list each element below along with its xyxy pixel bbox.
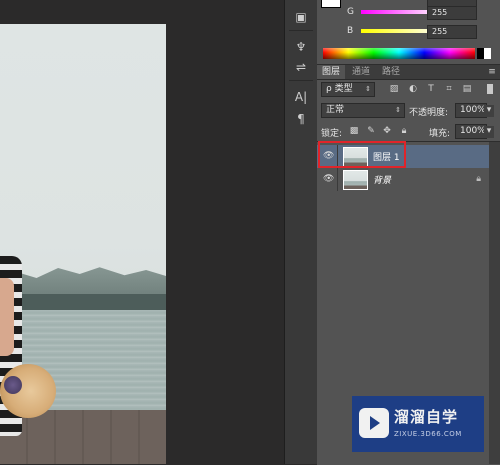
fill-dropdown-icon[interactable]: ▾	[484, 126, 494, 138]
filter-type-icon[interactable]: T	[426, 84, 436, 94]
watermark: 溜溜自学 ZIXUE.3D66.COM	[352, 396, 484, 452]
opacity-field[interactable]: 100%	[455, 103, 487, 118]
watermark-url: ZIXUE.3D66.COM	[394, 430, 462, 438]
blue-channel-label: B	[347, 26, 354, 36]
fill-value: 100%	[460, 126, 486, 136]
filter-toggle-icon[interactable]	[487, 84, 493, 94]
chevron-updown-icon: ⇕	[365, 85, 371, 93]
lock-icon: 🔒︎	[476, 174, 481, 184]
layers-panel-tabs: 图层 通道 路径 ≡	[317, 65, 500, 80]
panel-dock-column: ▣ ♆ ⇌ A| ¶	[284, 0, 318, 464]
blue-channel-value[interactable]: 255	[427, 25, 477, 39]
black-white-chip[interactable]	[477, 48, 491, 59]
color-spectrum-bar[interactable]	[323, 48, 475, 59]
document-canvas[interactable]	[0, 0, 284, 464]
navigator-icon[interactable]: ▣	[291, 8, 311, 26]
photo-arm	[0, 278, 14, 356]
green-channel-label: G	[347, 7, 354, 17]
character-icon[interactable]: A|	[291, 88, 311, 106]
color-panel: G 255 B 255	[317, 0, 500, 65]
fill-field[interactable]: 100%	[455, 124, 487, 139]
tab-paths[interactable]: 路径	[377, 65, 405, 79]
filter-adjustment-icon[interactable]: ◐	[408, 84, 418, 94]
selection-highlight-box	[318, 141, 406, 168]
lock-paint-icon[interactable]: ✎	[366, 126, 376, 136]
filter-smart-object-icon[interactable]: ▤	[462, 84, 472, 94]
photo-flower	[4, 376, 22, 394]
layers-scrollbar[interactable]	[489, 142, 500, 464]
opacity-dropdown-icon[interactable]: ▾	[484, 105, 494, 117]
opacity-label: 不透明度:	[409, 108, 449, 118]
eye-icon[interactable]: 👁︎	[323, 174, 334, 184]
watermark-title: 溜溜自学	[394, 408, 459, 426]
panel-menu-icon[interactable]: ≡	[487, 67, 497, 77]
filter-shape-icon[interactable]: ⌗	[444, 84, 454, 94]
sliders-icon[interactable]: ⇌	[291, 58, 311, 76]
layer-row-background[interactable]: 👁︎ 背景 🔒︎	[317, 168, 489, 191]
lock-transparent-icon[interactable]: ▩	[349, 126, 359, 136]
lock-all-icon[interactable]: 🔒︎	[399, 126, 409, 136]
paragraph-icon[interactable]: ¶	[291, 110, 311, 128]
tool-divider	[289, 30, 313, 31]
green-channel-value[interactable]: 255	[427, 6, 477, 20]
lock-label: 锁定:	[321, 129, 343, 139]
opacity-value: 100%	[460, 105, 486, 115]
layer-thumbnail[interactable]	[343, 170, 368, 190]
tab-channels[interactable]: 通道	[347, 65, 375, 79]
blend-mode-select[interactable]: 正常 ⇕	[321, 103, 405, 118]
chevron-updown-icon: ⇕	[395, 106, 401, 114]
photo-deck	[0, 410, 166, 464]
row-divider	[337, 168, 338, 191]
layer-name[interactable]: 背景	[373, 173, 391, 186]
layer-filter-label: ρ 类型	[326, 84, 353, 94]
foreground-color-swatch[interactable]	[321, 0, 341, 8]
right-panels: G 255 B 255 图层 通道 路径 ≡ ρ 类型 ⇕ ▨ ◐ T ⌗ ▤ …	[317, 0, 500, 465]
brush-preset-icon[interactable]: ♆	[291, 38, 311, 56]
filter-pixel-icon[interactable]: ▨	[389, 84, 399, 94]
tab-layers[interactable]: 图层	[317, 65, 346, 79]
blend-mode-value: 正常	[326, 105, 345, 115]
lock-position-icon[interactable]: ✥	[382, 126, 392, 136]
tool-divider	[289, 80, 313, 81]
layer-filter-select[interactable]: ρ 类型 ⇕	[321, 82, 375, 97]
photo-image	[0, 24, 166, 464]
photo-pier	[0, 294, 166, 310]
play-logo-icon	[359, 408, 389, 438]
fill-label: 填充:	[429, 129, 451, 139]
